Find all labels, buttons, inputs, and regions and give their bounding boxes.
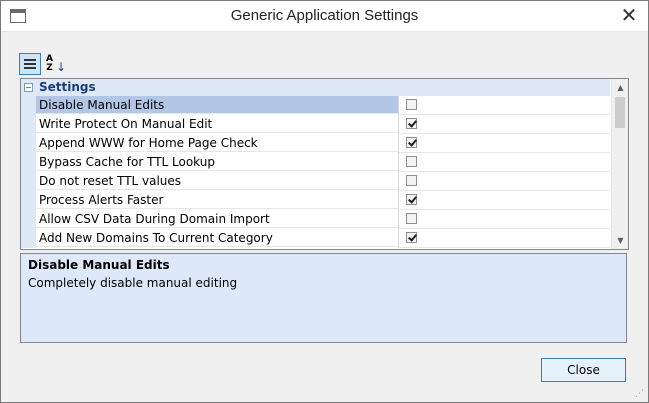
category-label: Settings bbox=[39, 80, 96, 94]
property-name[interactable]: Bypass Cache for TTL Lookup bbox=[36, 153, 398, 171]
property-checkbox[interactable] bbox=[406, 118, 417, 129]
categorized-view-icon bbox=[24, 58, 36, 70]
property-value[interactable] bbox=[399, 229, 610, 248]
alphabetical-sort-icon: A Z bbox=[46, 54, 53, 73]
sort-arrow-icon: ↓ bbox=[56, 60, 67, 74]
property-value[interactable] bbox=[399, 210, 610, 229]
property-row[interactable]: Write Protect On Manual Edit bbox=[21, 115, 610, 134]
property-name[interactable]: Append WWW for Home Page Check bbox=[36, 134, 398, 152]
scroll-up-icon[interactable]: ▲ bbox=[612, 79, 628, 96]
window-close-button[interactable]: ✕ bbox=[618, 4, 640, 26]
property-name[interactable]: Add New Domains To Current Category bbox=[36, 229, 398, 247]
property-row[interactable]: Add New Domains To Current Category bbox=[21, 229, 610, 248]
resize-grip-icon[interactable]: ⋰ bbox=[635, 389, 645, 399]
property-row[interactable]: Allow CSV Data During Domain Import bbox=[21, 210, 610, 229]
description-panel: Disable Manual Edits Completely disable … bbox=[20, 253, 627, 343]
property-row[interactable]: Append WWW for Home Page Check bbox=[21, 134, 610, 153]
category-row-settings[interactable]: − Settings bbox=[21, 79, 610, 96]
property-checkbox[interactable] bbox=[406, 232, 417, 243]
row-gutter bbox=[21, 210, 36, 229]
property-checkbox[interactable] bbox=[406, 213, 417, 224]
property-value[interactable] bbox=[399, 115, 610, 134]
property-checkbox[interactable] bbox=[406, 99, 417, 110]
window-title: Generic Application Settings bbox=[230, 7, 419, 24]
collapse-icon[interactable]: − bbox=[24, 83, 33, 92]
row-gutter bbox=[21, 153, 36, 172]
property-value[interactable] bbox=[399, 153, 610, 172]
property-row[interactable]: Do not reset TTL values bbox=[21, 172, 610, 191]
property-name[interactable]: Do not reset TTL values bbox=[36, 172, 398, 190]
property-value[interactable] bbox=[399, 191, 610, 210]
property-checkbox[interactable] bbox=[406, 175, 417, 186]
property-checkbox[interactable] bbox=[406, 194, 417, 205]
row-gutter bbox=[21, 115, 36, 134]
row-gutter bbox=[21, 191, 36, 210]
vertical-scrollbar[interactable]: ▲ ▼ bbox=[611, 79, 628, 249]
row-gutter bbox=[21, 172, 36, 191]
description-text: Completely disable manual editing bbox=[28, 276, 238, 290]
row-gutter bbox=[21, 134, 36, 153]
property-value[interactable] bbox=[399, 96, 610, 115]
property-name[interactable]: Allow CSV Data During Domain Import bbox=[36, 210, 398, 228]
property-name[interactable]: Process Alerts Faster bbox=[36, 191, 398, 209]
categorized-view-button[interactable] bbox=[19, 53, 41, 75]
property-name[interactable]: Disable Manual Edits bbox=[36, 96, 398, 114]
title-bar[interactable]: Generic Application Settings ✕ bbox=[1, 1, 648, 32]
scroll-down-icon[interactable]: ▼ bbox=[612, 232, 628, 249]
alphabetical-sort-button[interactable]: A Z ↓ bbox=[43, 53, 67, 75]
property-row[interactable]: Disable Manual Edits bbox=[21, 96, 610, 115]
property-row[interactable]: Process Alerts Faster bbox=[21, 191, 610, 210]
row-gutter bbox=[21, 229, 36, 248]
property-row[interactable]: Bypass Cache for TTL Lookup bbox=[21, 153, 610, 172]
row-gutter bbox=[21, 96, 36, 115]
property-rows: Disable Manual Edits Write Protect On Man… bbox=[21, 96, 610, 248]
property-checkbox[interactable] bbox=[406, 156, 417, 167]
property-checkbox[interactable] bbox=[406, 137, 417, 148]
scroll-thumb[interactable] bbox=[615, 97, 625, 128]
close-button[interactable]: Close bbox=[541, 358, 626, 382]
settings-window: Generic Application Settings ✕ A Z ↓ − S… bbox=[0, 0, 649, 403]
property-grid: − Settings Disable Manual Edits Write Pro… bbox=[20, 78, 629, 250]
property-name[interactable]: Write Protect On Manual Edit bbox=[36, 115, 398, 133]
description-title: Disable Manual Edits bbox=[28, 258, 170, 272]
property-value[interactable] bbox=[399, 134, 610, 153]
property-value[interactable] bbox=[399, 172, 610, 191]
